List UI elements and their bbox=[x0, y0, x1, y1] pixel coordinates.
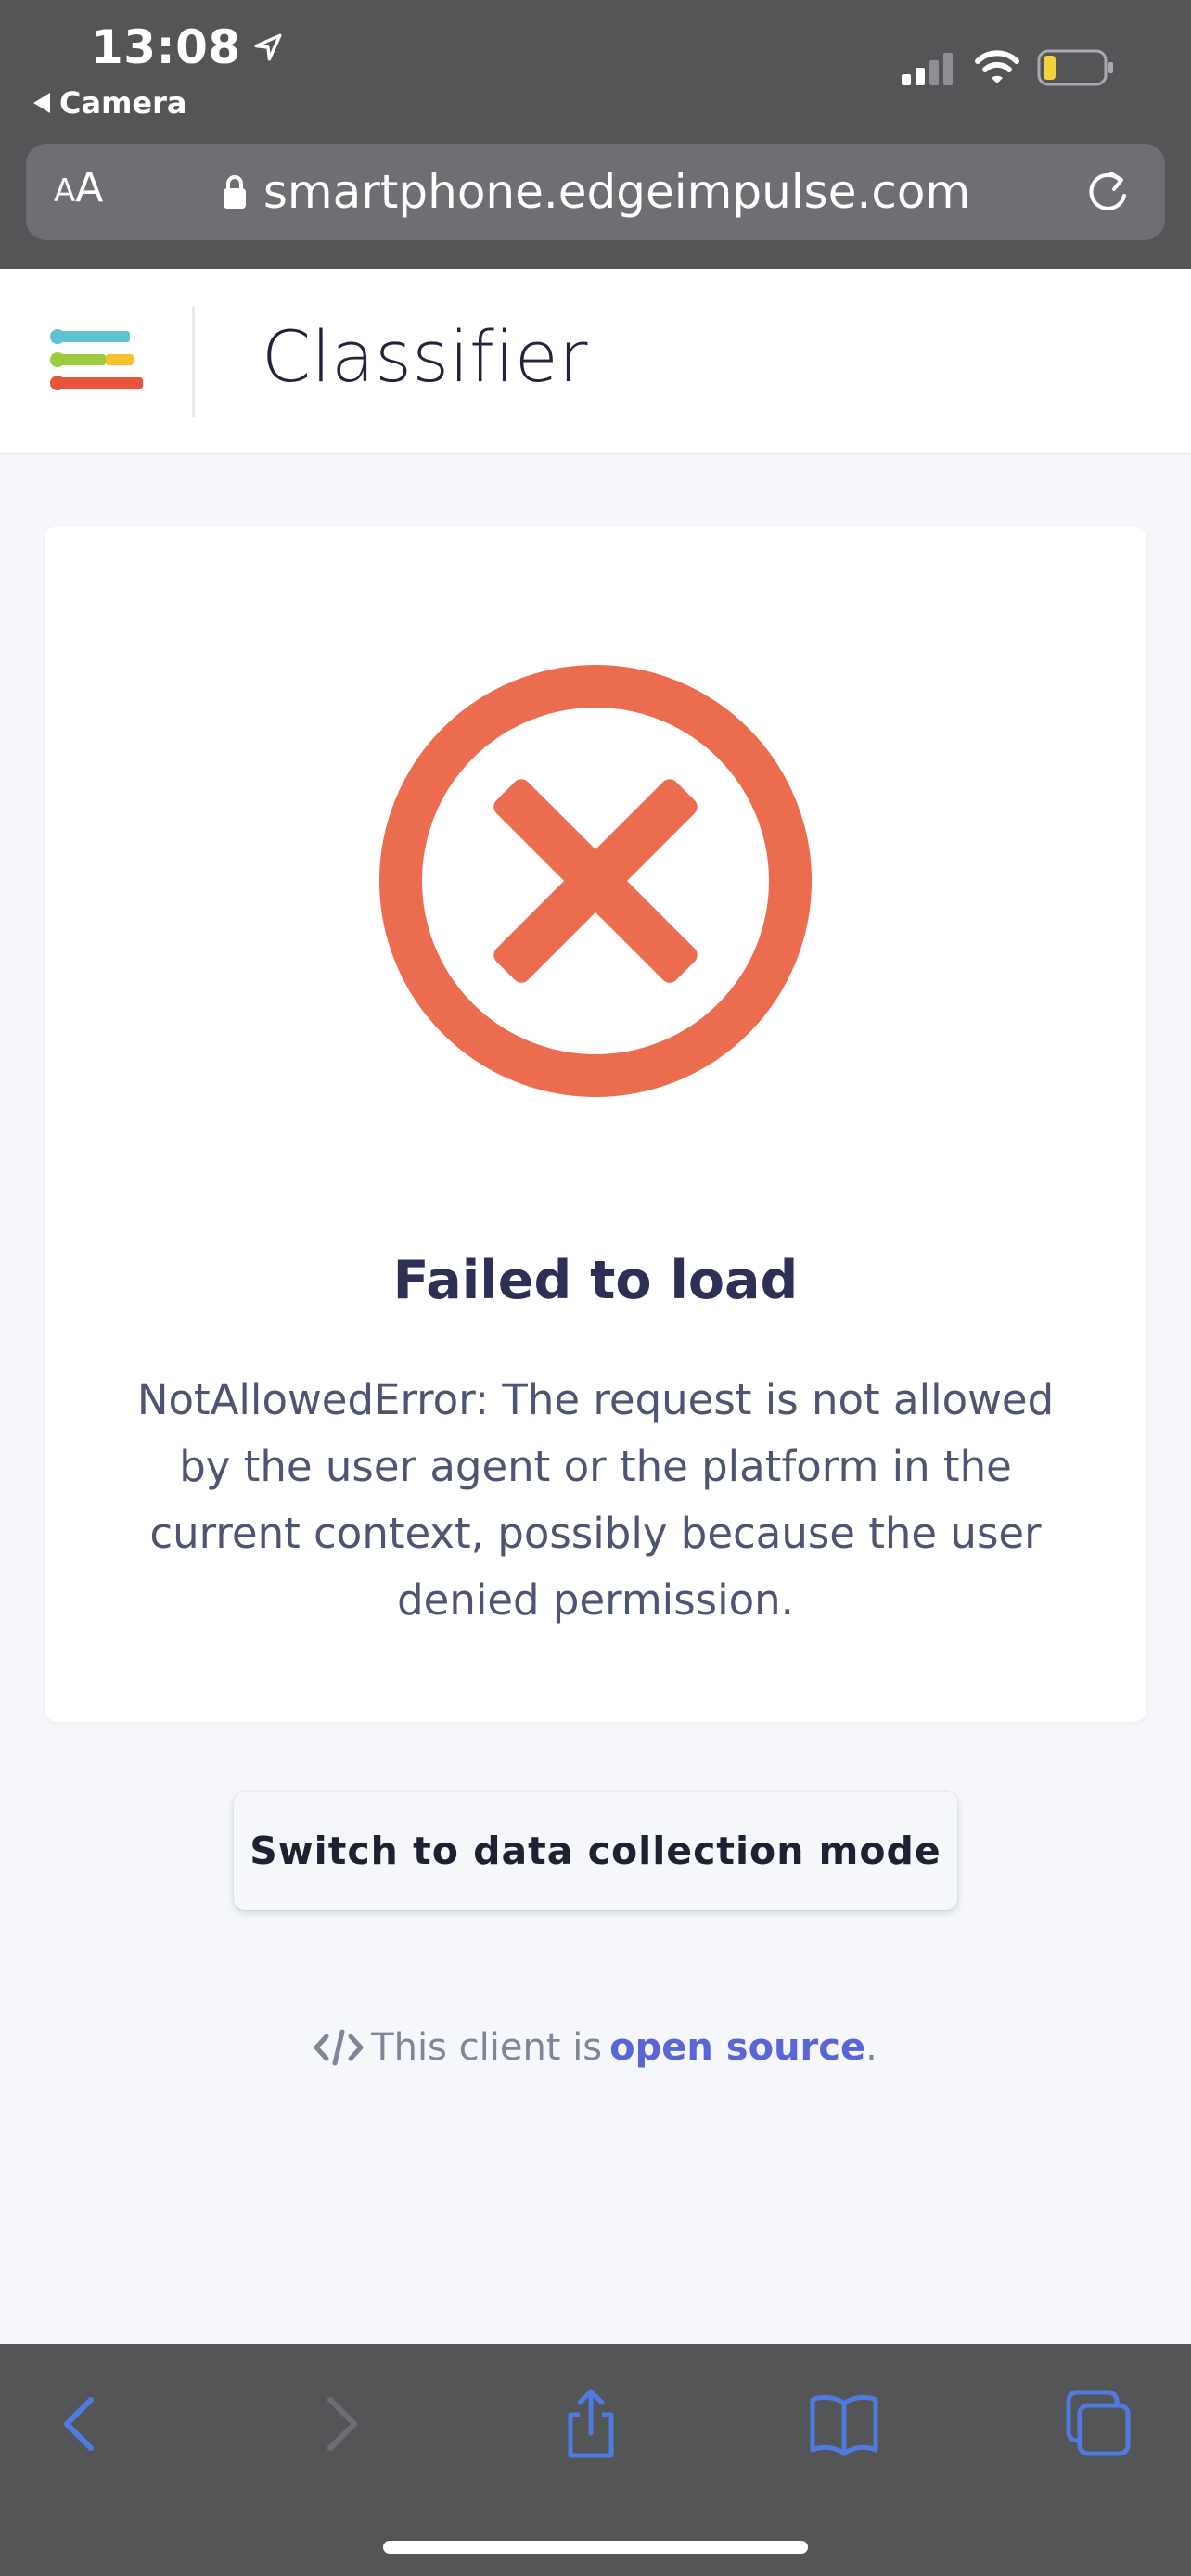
back-app-label: Camera bbox=[59, 85, 187, 121]
url-text: smartphone.edgeimpulse.com bbox=[263, 165, 971, 219]
lock-icon bbox=[223, 175, 246, 209]
switch-to-data-collection-button[interactable]: Switch to data collection mode bbox=[234, 1792, 957, 1910]
reload-icon[interactable] bbox=[1083, 168, 1132, 216]
header-divider bbox=[192, 306, 195, 417]
location-arrow-icon bbox=[254, 33, 282, 61]
error-title: Failed to load bbox=[392, 1250, 799, 1311]
url-display[interactable]: smartphone.edgeimpulse.com bbox=[26, 144, 1165, 240]
app-header bbox=[0, 269, 1191, 454]
tabs-icon[interactable] bbox=[1061, 2387, 1135, 2461]
error-x-circle-icon bbox=[379, 665, 812, 1097]
edge-impulse-logo-icon[interactable] bbox=[48, 325, 145, 399]
open-source-prefix: This client is bbox=[371, 2026, 603, 2069]
cellular-signal-icon bbox=[902, 53, 953, 85]
status-time-text: 13:08 bbox=[91, 20, 241, 74]
bookmarks-book-icon[interactable] bbox=[807, 2387, 881, 2461]
forward-chevron-icon[interactable] bbox=[302, 2387, 377, 2461]
open-source-note: This client is open source. bbox=[0, 2026, 1191, 2069]
status-time: 13:08 bbox=[91, 20, 284, 74]
back-to-app-link[interactable]: Camera bbox=[33, 85, 187, 121]
open-source-suffix: . bbox=[865, 2026, 877, 2069]
url-bar[interactable]: AA smartphone.edgeimpulse.com bbox=[26, 144, 1165, 240]
battery-icon bbox=[1037, 49, 1113, 86]
open-source-link[interactable]: open source bbox=[609, 2026, 865, 2069]
home-indicator[interactable] bbox=[383, 2541, 808, 2554]
back-chevron-icon[interactable] bbox=[45, 2387, 119, 2461]
wifi-icon bbox=[975, 50, 1019, 83]
code-icon bbox=[314, 2029, 364, 2066]
share-icon[interactable] bbox=[554, 2387, 628, 2461]
back-triangle-icon bbox=[33, 93, 50, 113]
error-message: NotAllowedError: The request is not allo… bbox=[136, 1375, 1055, 1625]
page-title: Classifier bbox=[262, 315, 588, 398]
